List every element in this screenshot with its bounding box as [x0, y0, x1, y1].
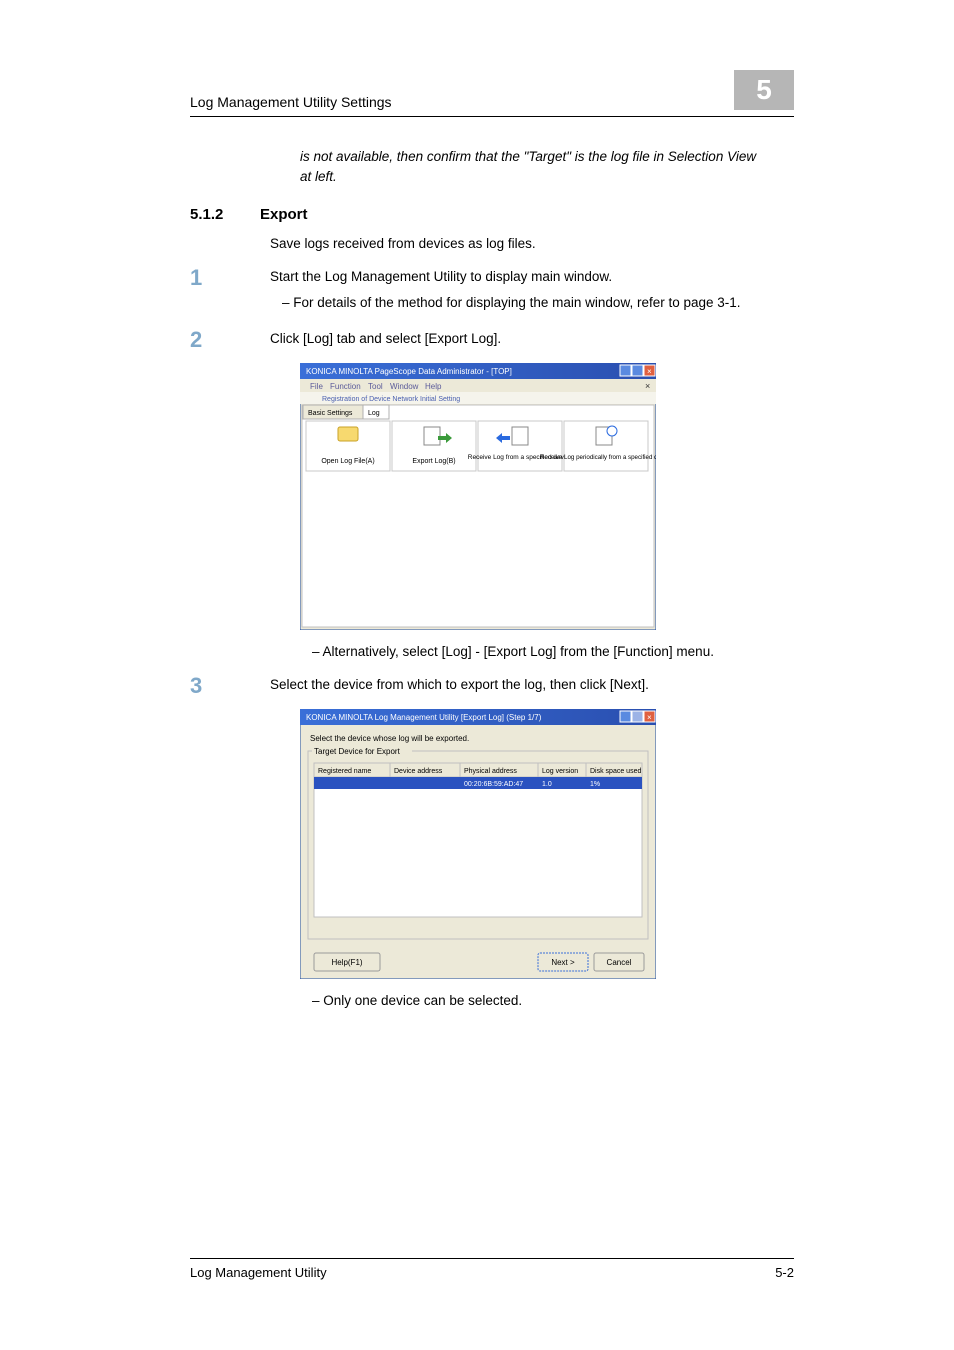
menu-help[interactable]: Help [425, 382, 442, 391]
section-number: 5.1.2 [190, 204, 260, 226]
dialog-title: KONICA MINOLTA Log Management Utility [E… [306, 713, 542, 722]
svg-text:×: × [647, 713, 652, 722]
menu-function[interactable]: Function [330, 382, 361, 391]
cancel-button[interactable]: Cancel [594, 953, 644, 971]
svg-text:Next >: Next > [551, 958, 575, 967]
export-log-button[interactable]: Export Log(B) [392, 421, 476, 471]
svg-text:00:20:6B:59:AD:47: 00:20:6B:59:AD:47 [464, 781, 523, 788]
document-icon [512, 427, 528, 445]
screenshot-main-window: KONICA MINOLTA PageScope Data Administra… [300, 363, 764, 630]
open-log-file-button[interactable]: Open Log File(A) [306, 421, 390, 471]
next-button[interactable]: Next > [538, 953, 588, 971]
minimize-icon[interactable] [620, 711, 631, 722]
minimize-icon[interactable] [620, 365, 631, 376]
screenshot-export-dialog: KONICA MINOLTA Log Management Utility [E… [300, 709, 764, 979]
footer-page-number: 5-2 [775, 1265, 794, 1280]
window-title: KONICA MINOLTA PageScope Data Administra… [306, 367, 512, 376]
step-3-text: Select the device from which to export t… [270, 675, 764, 695]
dialog-prompt: Select the device whose log will be expo… [310, 734, 469, 743]
footer-rule [190, 1258, 794, 1259]
svg-text:Receive Log periodically from: Receive Log periodically from a specifie… [540, 454, 656, 461]
svg-text:1.0: 1.0 [542, 781, 552, 788]
chapter-number: 5 [756, 74, 772, 106]
clock-icon [607, 426, 617, 436]
group-label: Target Device for Export [314, 747, 401, 756]
svg-text:Export Log(B): Export Log(B) [412, 458, 455, 465]
page-header-title: Log Management Utility Settings [190, 94, 392, 110]
svg-text:Basic Settings: Basic Settings [308, 410, 353, 417]
section-title: Export [260, 206, 308, 223]
col-physical-address[interactable]: Physical address [464, 768, 517, 775]
svg-text:Open Log File(A): Open Log File(A) [321, 458, 374, 465]
svg-text:Log: Log [368, 410, 380, 417]
help-button[interactable]: Help(F1) [314, 953, 380, 971]
step-number-2: 2 [190, 329, 270, 351]
step-2-sub: Alternatively, select [Log] - [Export Lo… [328, 642, 764, 662]
step-1-sub: For details of the method for displaying… [298, 293, 764, 313]
maximize-icon[interactable] [632, 365, 643, 376]
col-registered-name[interactable]: Registered name [318, 768, 371, 775]
menu-tool[interactable]: Tool [368, 382, 383, 391]
step-number-1: 1 [190, 267, 270, 289]
receive-log-button[interactable]: Receive Log from a specified device [468, 421, 573, 471]
section-intro: Save logs received from devices as log f… [270, 234, 764, 254]
step-2-text: Click [Log] tab and select [Export Log]. [270, 329, 764, 349]
col-device-address[interactable]: Device address [394, 768, 443, 775]
svg-text:Cancel: Cancel [607, 958, 632, 967]
section-heading: 5.1.2Export [190, 204, 764, 226]
col-disk-space[interactable]: Disk space used [590, 768, 641, 775]
svg-text:×: × [647, 367, 652, 376]
step-1-text: Start the Log Management Utility to disp… [270, 267, 764, 287]
svg-text:Help(F1): Help(F1) [331, 958, 362, 967]
col-log-version[interactable]: Log version [542, 768, 578, 775]
carryover-note: is not available, then confirm that the … [300, 147, 764, 186]
svg-text:1%: 1% [590, 781, 600, 788]
footer-title: Log Management Utility [190, 1265, 327, 1280]
folder-icon [338, 427, 358, 441]
device-list[interactable] [314, 777, 642, 917]
menu-window[interactable]: Window [390, 382, 419, 391]
maximize-icon [632, 711, 643, 722]
step-3-sub: Only one device can be selected. [328, 991, 764, 1011]
svg-text:×: × [645, 381, 650, 391]
document-icon [424, 427, 440, 445]
menu-file[interactable]: File [310, 382, 323, 391]
toolbar-links[interactable]: Registration of Device Network Initial S… [322, 396, 460, 403]
step-number-3: 3 [190, 675, 270, 697]
chapter-indicator: 5 [734, 70, 794, 110]
